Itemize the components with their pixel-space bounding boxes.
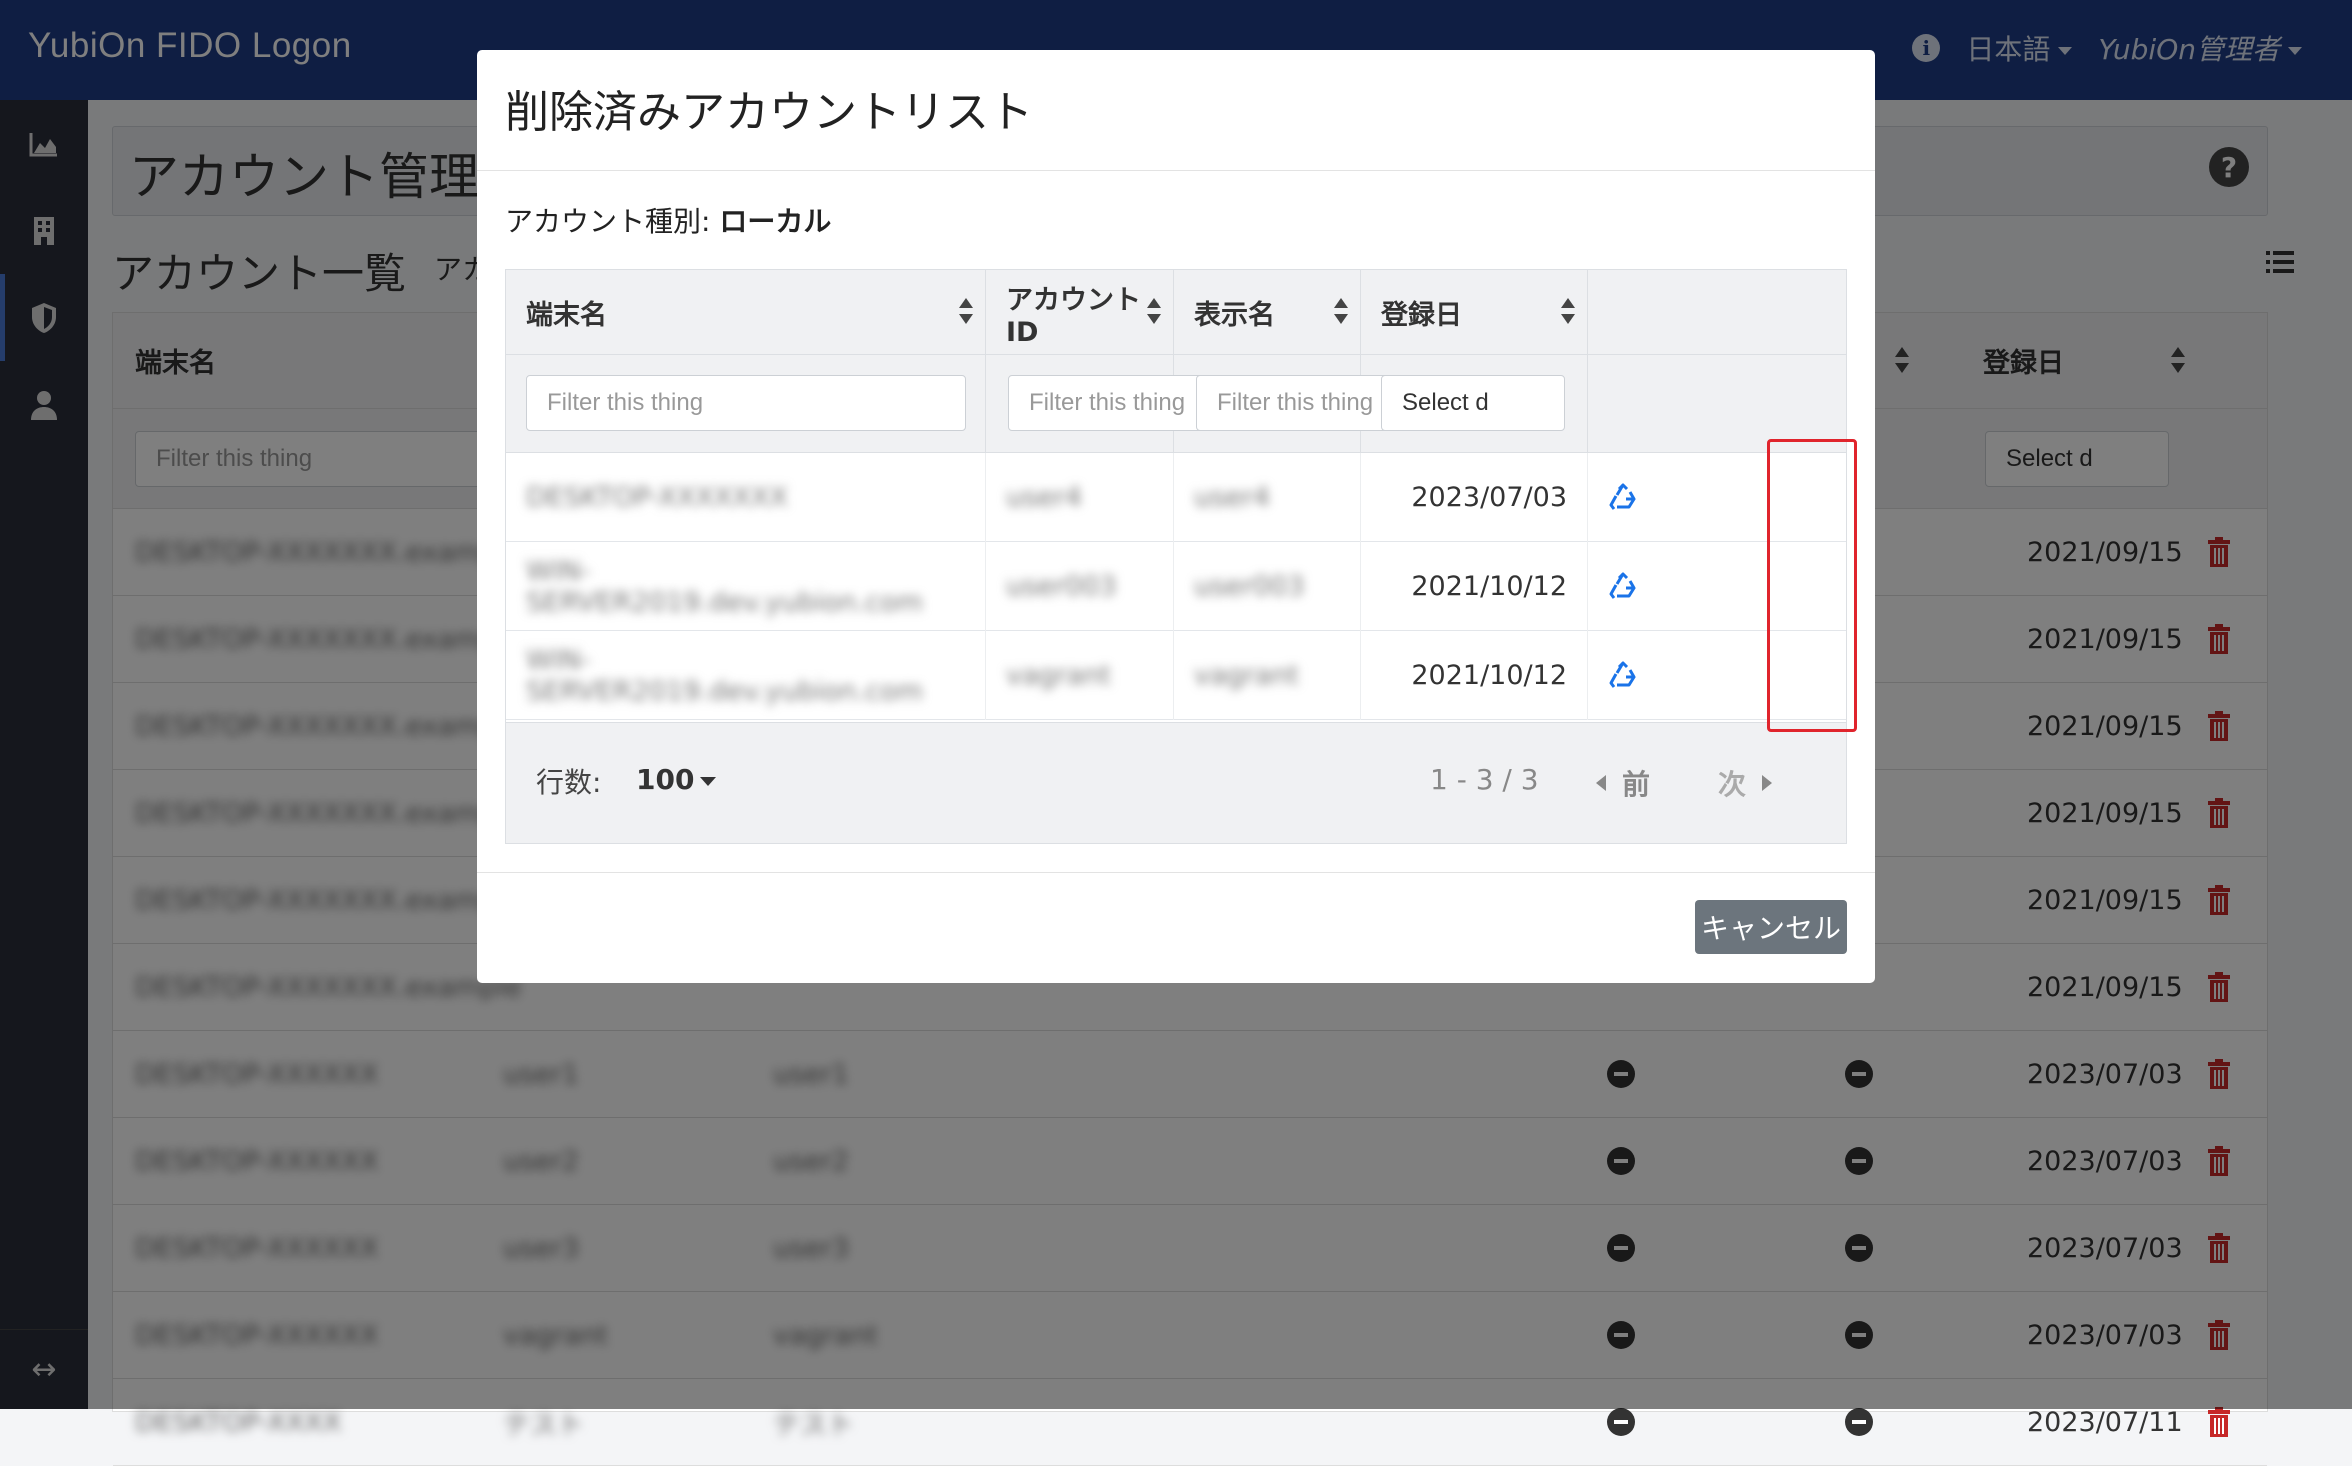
deleted-table-filter-row: Filter this thing Filter this thing Filt… (506, 355, 1846, 453)
rows-per-page-value: 100 (636, 763, 695, 796)
account-type: アカウント種別: ローカル (505, 200, 831, 240)
table-pagination: 行数: 100 1 - 3 / 3 前 次 (506, 722, 1846, 843)
modal-footer: キャンセル (477, 872, 1875, 983)
row-registered-text: 2023/07/11 (2027, 1406, 2183, 1438)
prev-page-label: 前 (1622, 768, 1651, 801)
column-account-id[interactable]: アカウントID (986, 270, 1174, 355)
row-terminal-text: WIN-SERVER2019.dev.yubion.com (526, 644, 923, 707)
modal-header: 削除済みアカウントリスト (477, 50, 1875, 171)
filter-cell: Filter this thing (506, 355, 986, 453)
row-terminal-text: WIN-SERVER2019.dev.yubion.com (526, 555, 923, 618)
column-terminal[interactable]: 端末名 (506, 270, 986, 355)
row-registered: 2021/10/12 (1361, 542, 1588, 631)
row-account-id: user003 (986, 542, 1174, 631)
trash-icon (2208, 1407, 2230, 1437)
sort-icon (1334, 298, 1348, 326)
sort-icon (959, 298, 973, 326)
modal-title: 削除済みアカウントリスト (505, 87, 1033, 138)
recycle-icon (1609, 661, 1636, 688)
prev-page-button[interactable]: 前 (1596, 763, 1650, 803)
column-display-name[interactable]: 表示名 (1174, 270, 1361, 355)
row-display-name: user4 (1174, 453, 1361, 542)
table-row: DESKTOP-XXXXXXX user4 user4 2023/07/03 (506, 453, 1846, 542)
row-terminal: WIN-SERVER2019.dev.yubion.com (506, 631, 986, 720)
row-display-name-text: vagrant (1194, 660, 1300, 691)
sort-icon (1147, 298, 1161, 326)
column-terminal-label: 端末名 (526, 300, 607, 331)
cancel-button[interactable]: キャンセル (1695, 900, 1847, 954)
table-row: WIN-SERVER2019.dev.yubion.com user003 user… (506, 542, 1846, 631)
row-terminal-text: DESKTOP-XXXXXXX (526, 482, 788, 513)
row-account-id-text: vagrant (1006, 660, 1112, 691)
restore-button[interactable] (1588, 453, 1658, 542)
row-registered: 2023/07/03 (1361, 453, 1588, 542)
row-terminal: WIN-SERVER2019.dev.yubion.com (506, 542, 986, 631)
row-account-id-text: user003 (1006, 571, 1117, 602)
deleted-accounts-table: 端末名 アカウントID 表示名 登録日 Filter this thing Fi… (505, 269, 1847, 844)
row-registered-text: 2023/07/03 (1411, 482, 1567, 513)
row-account-id-text: user4 (1006, 482, 1083, 513)
deleted-accounts-modal: 削除済みアカウントリスト アカウント種別: ローカル 端末名 アカウントID 表… (477, 50, 1875, 983)
rows-per-page-select[interactable]: 100 (636, 763, 717, 796)
caret-down-icon (700, 777, 717, 786)
next-page-label: 次 (1718, 768, 1747, 801)
deleted-table-header: 端末名 アカウントID 表示名 登録日 (506, 270, 1846, 355)
account-type-value: ローカル (719, 205, 832, 238)
row-registered-text: 2021/10/12 (1411, 571, 1567, 602)
row-display-name-text: user003 (1194, 571, 1305, 602)
row-display-name: vagrant (1174, 631, 1361, 720)
row-display-name-text: user4 (1194, 482, 1271, 513)
date-filter-input[interactable]: Select d (1381, 375, 1565, 431)
column-display-name-label: 表示名 (1194, 300, 1275, 331)
column-registered-label: 登録日 (1381, 300, 1462, 331)
row-terminal-text: DESKTOP-XXXX (135, 1406, 342, 1438)
minus-circle-icon (1607, 1408, 1635, 1436)
restore-button[interactable] (1588, 542, 1658, 631)
terminal-filter-input[interactable]: Filter this thing (526, 375, 966, 431)
recycle-icon (1609, 572, 1636, 599)
row-terminal: DESKTOP-XXXXXXX (506, 453, 986, 542)
recycle-icon (1609, 483, 1636, 510)
row-account-id: user4 (986, 453, 1174, 542)
caret-right-icon (1762, 775, 1773, 791)
row-registered-text: 2021/10/12 (1411, 660, 1567, 691)
account-type-label: アカウント種別: (505, 205, 711, 238)
column-registered[interactable]: 登録日 (1361, 270, 1588, 355)
row-account-id: vagrant (986, 631, 1174, 720)
row-display-name: user003 (1174, 542, 1361, 631)
filter-cell: Filter this thing (986, 355, 1246, 453)
column-actions (1588, 270, 1658, 355)
filter-cell: Filter this thing (1174, 355, 1434, 453)
restore-button[interactable] (1588, 631, 1658, 720)
filter-cell: Select d (1361, 355, 1588, 453)
minus-circle-icon (1845, 1408, 1873, 1436)
page-range: 1 - 3 / 3 (1430, 763, 1539, 796)
table-row: WIN-SERVER2019.dev.yubion.com vagrant vagr… (506, 631, 1846, 720)
sort-icon (1561, 298, 1575, 326)
caret-left-icon (1596, 775, 1606, 791)
next-page-button[interactable]: 次 (1718, 763, 1773, 803)
row-registered: 2021/10/12 (1361, 631, 1588, 720)
rows-per-page-label: 行数: (536, 766, 602, 799)
